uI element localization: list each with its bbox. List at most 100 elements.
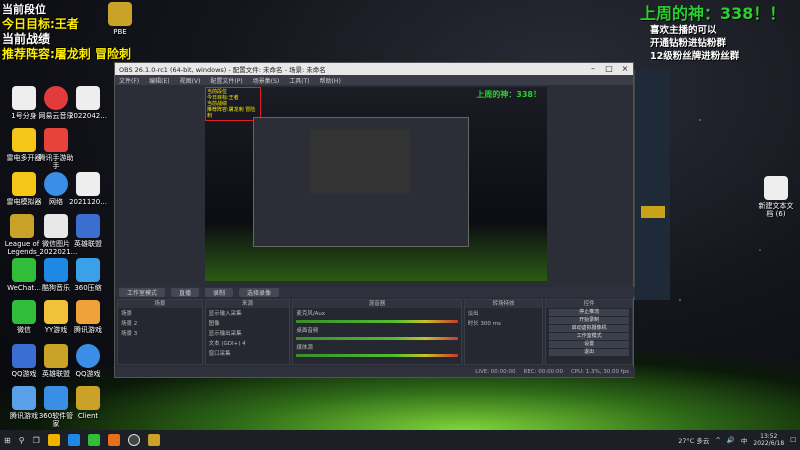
client-icon xyxy=(76,386,100,410)
record-button[interactable]: 录制 xyxy=(205,287,234,297)
menu-help[interactable]: 帮助(H) xyxy=(320,76,341,85)
overlay-right-line: 喜欢主播的可以 xyxy=(650,25,717,36)
wechat-icon xyxy=(12,300,36,324)
browser-icon xyxy=(76,344,100,368)
obs-menu-bar: 文件(F) 编辑(E) 视图(V) 配置文件(P) 场景集(S) 工具(T) 帮… xyxy=(115,75,633,85)
start-recording-button[interactable]: 开始录制 xyxy=(549,317,629,324)
scenes-header: 场景 xyxy=(118,300,202,308)
desktop-icon[interactable]: 新建文本文档 (6) xyxy=(756,176,796,218)
language-indicator[interactable]: 中 xyxy=(741,435,748,445)
close-icon[interactable]: × xyxy=(617,63,633,75)
desktop-icon[interactable]: 2021120... xyxy=(68,172,108,206)
maximize-icon[interactable]: □ xyxy=(601,63,617,75)
source-item[interactable]: 显示输入采集 xyxy=(206,308,290,318)
desktop-icon[interactable]: PBE xyxy=(100,2,140,36)
mixer-channel-label: 桌面音频 xyxy=(296,328,319,334)
exit-button[interactable]: 退出 xyxy=(549,349,629,356)
choose-recording-button[interactable]: 选择录像 xyxy=(239,287,280,297)
window-accent xyxy=(641,206,665,218)
live-timer: LIVE: 00:00:00 xyxy=(475,369,516,375)
overlay-right-line: 开通钻粉进钻粉群 xyxy=(650,38,727,49)
explorer-icon[interactable] xyxy=(47,434,60,446)
studio-mode-control-button[interactable]: 工作室模式 xyxy=(549,333,629,340)
controls-dock: 控件 停止推流 开始录制 启动虚拟摄像机 工作室模式 设置 退出 xyxy=(545,299,633,365)
volume-meter[interactable] xyxy=(296,320,458,323)
menu-file[interactable]: 文件(F) xyxy=(119,76,139,85)
desktop-icon[interactable]: Client xyxy=(68,386,108,420)
start-icon[interactable]: ⊞ xyxy=(4,436,11,445)
league-taskbar-icon[interactable] xyxy=(147,434,160,446)
qq-game-icon xyxy=(12,344,36,368)
task-view-icon[interactable]: ❐ xyxy=(33,436,40,445)
sources-dock: 来源 显示输入采集 图像 显示输出采集 文本 (GDI+) 4 窗口采集 xyxy=(204,299,291,365)
league-icon xyxy=(10,214,34,238)
archive-icon xyxy=(76,258,100,282)
clock[interactable]: 13:52 2022/6/18 xyxy=(753,433,784,447)
obs-preview[interactable]: 当前段位 今日目标:王者 当前战绩 推荐阵容:屠龙刺 冒险刺 上周的神：338！ xyxy=(205,87,547,281)
virtual-camera-button[interactable]: 启动虚拟摄像机 xyxy=(549,325,629,332)
menu-view[interactable]: 视图(V) xyxy=(180,76,201,85)
game-icon xyxy=(12,386,36,410)
background-window[interactable] xyxy=(634,70,670,300)
menu-scene-collection[interactable]: 场景集(S) xyxy=(253,76,280,85)
volume-meter[interactable] xyxy=(296,337,458,340)
preview-weekly-title: 上周的神：338！ xyxy=(476,90,541,99)
obs-docks: 场景 场景 场景 2 场景 3 来源 显示输入采集 图像 显示输出采集 文本 (… xyxy=(115,299,635,365)
source-item[interactable]: 文本 (GDI+) 4 xyxy=(206,338,290,348)
obs-taskbar-icon[interactable] xyxy=(127,434,140,446)
mixer-dock: 混音器 麦克风/Aux 桌面音频 媒体源 xyxy=(292,299,462,365)
desktop-icon[interactable]: 腾讯游戏 xyxy=(68,300,108,334)
kugou-icon xyxy=(44,258,68,282)
settings-button[interactable]: 设置 xyxy=(549,341,629,348)
obs-window[interactable]: OBS 26.1.0-rc1 (64-bit, windows) - 配置文件:… xyxy=(114,62,635,378)
clock-date: 2022/6/18 xyxy=(753,440,785,447)
sources-header: 来源 xyxy=(205,300,290,308)
search-icon[interactable]: ⚲ xyxy=(19,436,25,445)
league-icon xyxy=(44,344,68,368)
rec-timer: REC: 00:00:00 xyxy=(523,369,563,375)
mixer-header: 混音器 xyxy=(293,300,461,308)
preview-overlay-box[interactable]: 当前段位 今日目标:王者 当前战绩 推荐阵容:屠龙刺 冒险刺 xyxy=(205,87,261,121)
stop-streaming-button[interactable]: 停止推流 xyxy=(549,309,629,316)
volume-icon[interactable]: 🔊 xyxy=(727,436,735,444)
controls-header: 控件 xyxy=(546,300,632,308)
live-button[interactable]: 直播 xyxy=(171,287,200,297)
source-item[interactable]: 显示输出采集 xyxy=(206,328,290,338)
wechat-taskbar-icon[interactable] xyxy=(87,434,100,446)
desktop-icon[interactable]: 360压缩 xyxy=(68,258,108,292)
weather-widget[interactable]: 27°C 多云 xyxy=(678,435,709,445)
menu-edit[interactable]: 编辑(E) xyxy=(149,76,169,85)
transition-select[interactable]: 淡出 xyxy=(465,308,543,318)
overlay-recommend: 推荐阵容:屠龙刺 冒险刺 xyxy=(2,47,131,61)
menu-tools[interactable]: 工具(T) xyxy=(289,76,309,85)
source-item[interactable]: 窗口采集 xyxy=(206,348,290,358)
desktop-icon[interactable]: 英雄联盟 xyxy=(68,214,108,248)
edge-icon[interactable] xyxy=(67,434,80,446)
obs-status-bar: LIVE: 00:00:00 REC: 00:00:00 CPU: 1.3%, … xyxy=(115,367,635,377)
game-icon xyxy=(76,214,100,238)
emulator-icon xyxy=(12,172,36,196)
desktop-icon[interactable]: 腾讯手游助手 xyxy=(36,128,76,170)
app-taskbar-icon[interactable] xyxy=(107,434,120,446)
obs-title-bar[interactable]: OBS 26.1.0-rc1 (64-bit, windows) - 配置文件:… xyxy=(115,63,633,75)
obs-title: OBS 26.1.0-rc1 (64-bit, windows) - 配置文件:… xyxy=(119,66,326,74)
minimize-icon[interactable]: – xyxy=(585,63,601,75)
menu-profile[interactable]: 配置文件(P) xyxy=(210,76,242,85)
overlay-right-line: 12级粉丝牌进粉丝群 xyxy=(650,51,740,62)
scene-item[interactable]: 场景 xyxy=(118,308,202,318)
music-icon xyxy=(44,86,68,110)
notification-icon[interactable]: ☐ xyxy=(790,436,796,444)
scene-item[interactable]: 场景 3 xyxy=(118,328,202,338)
scenes-dock: 场景 场景 场景 2 场景 3 xyxy=(117,299,203,365)
obs-transport-bar: 工作室模式 直播 录制 选择录像 xyxy=(115,287,635,297)
volume-meter[interactable] xyxy=(296,354,458,357)
transition-duration[interactable]: 时长 300 ms xyxy=(465,318,543,328)
studio-mode-button[interactable]: 工作室模式 xyxy=(119,287,166,297)
source-item[interactable]: 图像 xyxy=(206,318,290,328)
mixer-channel-label: 媒体源 xyxy=(296,345,313,351)
tray-arrow-icon[interactable]: ^ xyxy=(715,436,720,444)
desktop-icon[interactable]: 2022042... xyxy=(68,86,108,120)
desktop-icon[interactable]: QQ游戏 xyxy=(68,344,108,378)
scene-item[interactable]: 场景 2 xyxy=(118,318,202,328)
software-manager-icon xyxy=(44,386,68,410)
